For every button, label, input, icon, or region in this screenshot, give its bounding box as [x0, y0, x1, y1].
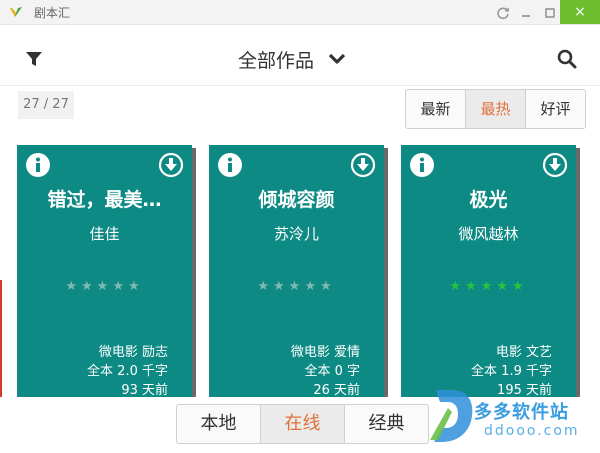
maximize-icon — [545, 7, 555, 18]
star-icon: ★ — [288, 279, 305, 294]
star-icon: ★ — [127, 279, 144, 294]
work-card[interactable]: 错过，最美… 佳佳 ★★★★★ 微电影 励志 全本 2.0 千字 93 天前 — [17, 145, 192, 400]
card-updated-time: 26 天前 — [313, 383, 360, 398]
card-title: 错过，最美… — [47, 189, 162, 211]
watermark-logo — [430, 390, 473, 442]
app-logo-icon — [10, 7, 22, 17]
minimize-button[interactable] — [513, 0, 539, 24]
watermark-url: ddooo.com — [484, 423, 580, 439]
work-card[interactable]: 倾城容颜 苏泠儿 ★★★★★ 微电影 爱情 全本 0 字 26 天前 — [209, 145, 384, 400]
sort-tab-newest[interactable]: 最新 — [406, 90, 466, 128]
source-tabs: 本地 在线 经典 — [176, 404, 429, 444]
sort-tab-hottest[interactable]: 最热 — [466, 90, 526, 128]
star-icon: ★ — [96, 279, 113, 294]
card-author: 佳佳 — [89, 225, 120, 243]
header: 全部作品 — [0, 25, 600, 86]
star-icon: ★ — [257, 279, 274, 294]
window-title: 剧本汇 — [34, 6, 71, 20]
filter-icon[interactable] — [25, 50, 43, 68]
info-icon[interactable] — [409, 152, 435, 178]
card-author: 苏泠儿 — [273, 225, 319, 243]
work-card[interactable]: 极光 微风越林 ★★★★★ 电影 文艺 全本 1.9 千字 195 天前 — [401, 145, 576, 400]
star-icon: ★ — [273, 279, 289, 294]
card-title: 极光 — [469, 189, 508, 211]
card-updated-time: 195 天前 — [497, 383, 552, 398]
card-author: 微风越林 — [458, 225, 519, 243]
close-button[interactable]: × — [560, 0, 600, 24]
card-genre: 微电影 励志 — [98, 345, 168, 360]
sort-tab-best-rated[interactable]: 好评 — [526, 90, 585, 128]
tab-online[interactable]: 在线 — [261, 405, 345, 443]
result-count: 27 / 27 — [18, 91, 74, 119]
star-icon: ★ — [81, 279, 97, 294]
star-icon: ★ — [496, 279, 512, 294]
card-title: 倾城容颜 — [258, 189, 335, 211]
info-icon[interactable] — [217, 152, 243, 178]
chevron-down-icon[interactable] — [328, 52, 346, 66]
tab-classic[interactable]: 经典 — [345, 405, 428, 443]
star-icon: ★ — [511, 279, 528, 294]
card-genre: 微电影 爱情 — [290, 345, 360, 360]
refresh-icon — [497, 6, 510, 19]
close-icon: × — [574, 4, 586, 20]
download-icon[interactable] — [350, 152, 376, 178]
star-rating: ★★★★★ — [209, 279, 384, 294]
star-icon: ★ — [65, 279, 82, 294]
card-word-count: 全本 0 字 — [304, 364, 360, 379]
star-rating: ★★★★★ — [401, 279, 576, 294]
card-word-count: 全本 2.0 千字 — [87, 364, 168, 379]
sort-tabs: 最新 最热 好评 — [405, 89, 586, 129]
scroll-edge — [0, 280, 2, 400]
info-icon[interactable] — [25, 152, 51, 178]
download-icon[interactable] — [542, 152, 568, 178]
star-icon: ★ — [449, 279, 466, 294]
category-selector[interactable]: 全部作品 — [238, 46, 314, 73]
minimize-icon — [522, 14, 530, 17]
tab-local[interactable]: 本地 — [177, 405, 261, 443]
star-icon: ★ — [480, 279, 497, 294]
card-word-count: 全本 1.9 千字 — [471, 364, 552, 379]
card-updated-time: 93 天前 — [121, 383, 168, 398]
title-bar: 剧本汇 × — [0, 0, 600, 25]
star-rating: ★★★★★ — [17, 279, 192, 294]
star-icon: ★ — [319, 279, 336, 294]
star-icon: ★ — [304, 279, 320, 294]
star-icon: ★ — [112, 279, 128, 294]
watermark-name: 多多软件站 — [474, 402, 569, 423]
download-icon[interactable] — [158, 152, 184, 178]
card-genre: 电影 文艺 — [495, 345, 552, 360]
star-icon: ★ — [465, 279, 481, 294]
search-icon[interactable] — [557, 49, 577, 69]
